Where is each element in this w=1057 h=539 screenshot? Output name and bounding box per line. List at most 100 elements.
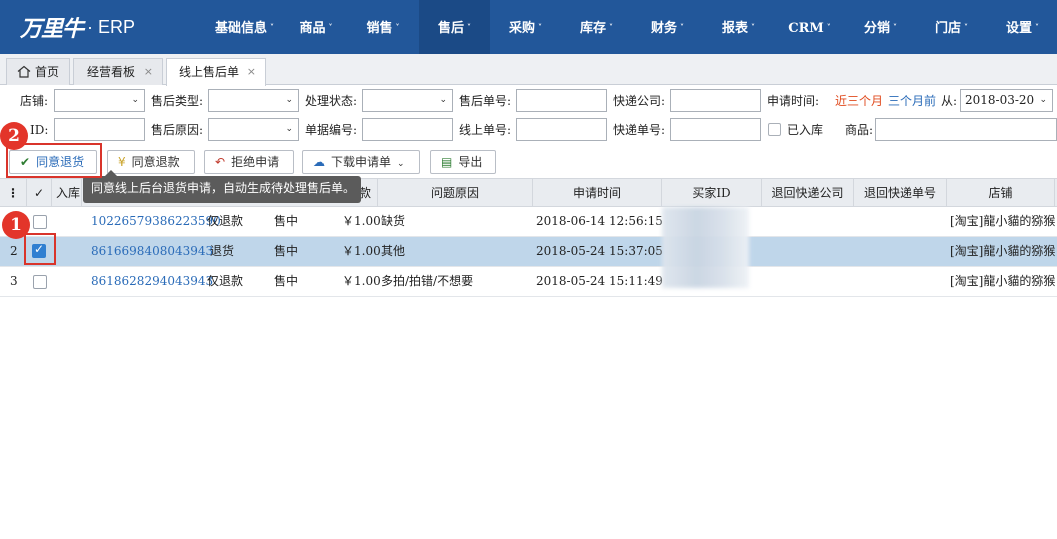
amount: ￥1.00: [342, 214, 381, 228]
app-logo[interactable]: 万里牛 · ERP: [20, 10, 135, 44]
shop-label: 店铺:: [20, 94, 49, 108]
reason: 其他: [381, 244, 406, 258]
nav-basic-info[interactable]: 基础信息 ˅: [204, 0, 285, 54]
product-input[interactable]: [875, 118, 1057, 141]
col-shop[interactable]: 店铺: [947, 179, 1055, 207]
yen-icon: ¥: [118, 155, 126, 169]
reject-button[interactable]: ↶ 拒绝申请: [204, 150, 294, 174]
tab-online-aftersale[interactable]: 线上售后单 ×: [166, 58, 266, 86]
row-number: 3: [10, 274, 18, 288]
express-no-label: 快递单号:: [613, 123, 666, 137]
chevron-down-icon: ⌄: [1039, 95, 1047, 105]
col-return-express-no[interactable]: 退回快递单号: [854, 179, 947, 207]
aftersale-type-select[interactable]: ⌄: [208, 89, 299, 112]
aftersale-type: 退货: [210, 244, 235, 258]
download-request-button[interactable]: ☁ 下载申请单 ⌄: [302, 150, 420, 174]
highlight-box-row-checkbox: [24, 233, 56, 265]
column-menu-icon[interactable]: ⋮: [0, 179, 27, 207]
chevron-down-icon: ⌄: [131, 95, 139, 105]
chevron-down-icon: ⌄: [285, 124, 293, 134]
nav-store[interactable]: 门店 ˅: [916, 0, 987, 54]
nav-finance[interactable]: 财务 ˅: [632, 0, 703, 54]
row-number: 2: [10, 244, 18, 258]
agree-refund-label: 同意退款: [131, 155, 180, 169]
nav-aftersale[interactable]: 售后 ˅: [419, 0, 490, 54]
online-no-input[interactable]: [516, 118, 607, 141]
col-reason[interactable]: 问题原因: [378, 179, 533, 207]
close-icon[interactable]: ×: [247, 59, 256, 85]
cloud-download-icon: ☁: [313, 155, 325, 169]
logo-mark: 万里牛: [20, 16, 84, 42]
last-three-months-link[interactable]: 近三个月: [835, 90, 883, 112]
agree-refund-button[interactable]: ¥ 同意退款: [107, 150, 195, 174]
order-link[interactable]: 10226579386223590: [91, 207, 221, 236]
nav-crm[interactable]: CRM ˅: [774, 0, 845, 54]
date-from-value: 2018-03-20: [965, 93, 1035, 107]
shop: [淘宝]龍小貓的猕猴: [950, 214, 1056, 228]
nav-distribution[interactable]: 分销 ˅: [845, 0, 916, 54]
nav-purchase[interactable]: 采购 ˅: [490, 0, 561, 54]
col-return-express-company[interactable]: 退回快递公司: [762, 179, 854, 207]
aftersale-type: 仅退款: [207, 214, 244, 228]
shop-select[interactable]: ⌄: [54, 89, 145, 112]
shop: [淘宝]龍小貓的猕猴: [950, 244, 1056, 258]
product-label: 商品:: [845, 123, 874, 137]
aftersale-no-input[interactable]: [516, 89, 607, 112]
chevron-down-icon: ⌄: [397, 159, 405, 169]
table-row[interactable]: 2 8616698408043943 退货 售中 ￥1.00 其他 2018-0…: [0, 237, 1057, 267]
row-checkbox[interactable]: [33, 275, 47, 289]
express-no-input[interactable]: [670, 118, 761, 141]
nav-inventory[interactable]: 库存 ˅: [561, 0, 632, 54]
export-button[interactable]: ▤ 导出: [430, 150, 496, 174]
doc-no-label: 单据编号:: [305, 123, 358, 137]
in-stock-checkbox[interactable]: [768, 123, 781, 136]
reason: 多拍/拍错/不想要: [381, 274, 474, 288]
process-status-select[interactable]: ⌄: [362, 89, 453, 112]
nav-products[interactable]: 商品 ˅: [285, 0, 347, 54]
table-row[interactable]: 3 8618628294043943 仅退款 售中 ￥1.00 多拍/拍错/不想…: [0, 267, 1057, 297]
agree-return-tooltip: 同意线上后台退货申请，自动生成待处理售后单。: [83, 170, 361, 203]
id-input[interactable]: [54, 118, 145, 141]
nav-reports[interactable]: 报表 ˅: [703, 0, 774, 54]
amount: ￥1.00: [342, 244, 381, 258]
tab-home[interactable]: 首页: [6, 58, 70, 85]
shop: [淘宝]龍小貓的猕猴: [950, 274, 1056, 288]
aftersale-no-label: 售后单号:: [459, 94, 512, 108]
status: 售中: [274, 244, 299, 258]
tab-bar: 首页 经营看板 × 线上售后单 ×: [0, 54, 1057, 86]
row-checkbox[interactable]: [33, 215, 47, 229]
tab-home-label: 首页: [35, 65, 60, 79]
nav-sales[interactable]: 销售 ˅: [347, 0, 419, 54]
reject-label: 拒绝申请: [231, 155, 280, 169]
reason: 缺货: [381, 214, 406, 228]
order-link[interactable]: 8618628294043943: [91, 267, 213, 296]
doc-no-input[interactable]: [362, 118, 453, 141]
apply-time: 2018-05-24 15:37:05: [536, 244, 663, 258]
aftersale-type-label: 售后类型:: [151, 94, 204, 108]
download-request-label: 下载申请单: [331, 155, 392, 169]
express-company-input[interactable]: [670, 89, 761, 112]
tab-dashboard[interactable]: 经营看板 ×: [73, 58, 163, 85]
col-buyer-id[interactable]: 买家ID: [662, 179, 762, 207]
three-months-ago-link[interactable]: 三个月前: [888, 90, 936, 112]
home-icon: [17, 65, 31, 78]
apply-time-label: 申请时间:: [767, 94, 820, 108]
undo-arrow-icon: ↶: [215, 155, 226, 169]
close-icon[interactable]: ×: [144, 59, 153, 85]
col-apply-time[interactable]: 申请时间: [533, 179, 662, 207]
date-from-select[interactable]: 2018-03-20 ⌄: [960, 89, 1053, 112]
aftersale-reason-label: 售后原因:: [151, 123, 204, 137]
chevron-down-icon: ⌄: [285, 95, 293, 105]
id-label: ID:: [30, 123, 49, 137]
order-link[interactable]: 8616698408043943: [91, 237, 213, 266]
nav-settings[interactable]: 设置 ˅: [987, 0, 1057, 54]
select-all-checkbox[interactable]: ✓: [27, 179, 52, 207]
in-stock-label: 已入库: [787, 123, 824, 137]
col-in-stock[interactable]: 入库: [52, 179, 82, 207]
top-nav-bar: 万里牛 · ERP 基础信息 ˅ 商品 ˅ 销售 ˅ 售后 ˅ 采购 ˅ 库存 ˅ 财务 ˅ …: [0, 0, 1057, 54]
process-status-label: 处理状态:: [305, 94, 358, 108]
aftersale-reason-select[interactable]: ⌄: [208, 118, 299, 141]
step-marker-2: 2: [0, 122, 28, 150]
amount: ￥1.00: [342, 274, 381, 288]
table-row[interactable]: 1 10226579386223590 仅退款 售中 ￥1.00 缺货 2018…: [0, 207, 1057, 237]
